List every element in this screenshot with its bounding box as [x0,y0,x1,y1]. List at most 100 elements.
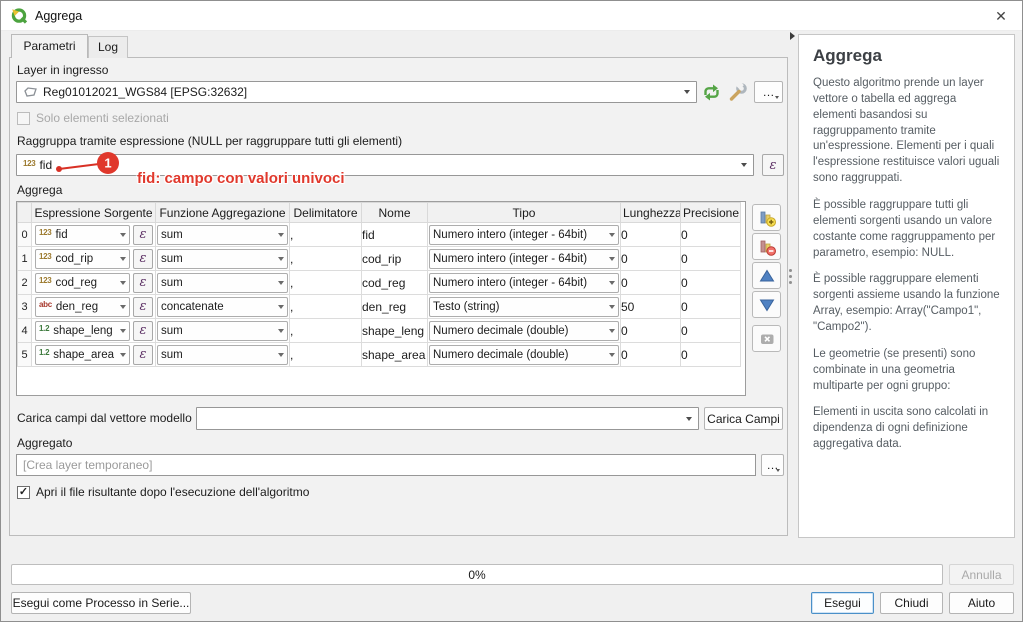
source-expression-select[interactable]: 1.2shape_area [35,345,130,365]
load-fields-button[interactable]: Carica Campi [704,407,783,430]
close-icon[interactable]: ✕ [980,1,1022,31]
source-expression-select[interactable]: 123cod_rip [35,249,130,269]
delete-field-button[interactable] [752,233,781,260]
precision-cell[interactable]: 0 [681,247,741,271]
field-type-icon: 1.2 [39,348,49,357]
aggregate-function-value: sum [161,277,275,289]
chevron-down-icon [609,329,615,333]
aggregate-function-select[interactable]: sum [157,345,288,365]
delimiter-cell[interactable]: , [290,247,362,271]
help-text: Questo algoritmo prende un layer vettore… [813,76,1000,453]
source-expression-select[interactable]: abc den_reg [35,297,130,317]
length-cell[interactable]: 0 [621,343,681,367]
cancel-button[interactable]: Annulla [949,564,1014,585]
length-cell[interactable]: 0 [621,223,681,247]
help-panel: Aggrega Questo algoritmo prende un layer… [798,34,1015,538]
field-type-icon: 123 [39,252,51,261]
aggregate-row: 0123fidεsum,fidNumero intero (integer - … [18,223,741,247]
tab-log[interactable]: Log [88,36,128,58]
aggregate-row: 1123cod_ripεsum,cod_ripNumero intero (in… [18,247,741,271]
template-layer-select[interactable] [196,407,699,430]
delimiter-cell[interactable]: , [290,271,362,295]
col-expression: Espressione Sorgente [32,203,156,223]
source-expression-select[interactable]: 1.2shape_leng [35,321,130,341]
chevron-down-icon [609,257,615,261]
expression-dialog-button[interactable]: ε [133,345,153,365]
chevron-down-icon [609,281,615,285]
run-as-batch-button[interactable]: Esegui come Processo in Serie... [11,592,191,614]
reset-fields-button[interactable] [752,325,781,352]
load-fields-label: Carica campi dal vettore modello [17,411,192,425]
name-cell[interactable]: fid [362,223,428,247]
delimiter-cell[interactable]: , [290,343,362,367]
name-cell[interactable]: cod_reg [362,271,428,295]
type-select[interactable]: Numero intero (integer - 64bit) [429,249,619,269]
wrench-icon [727,82,748,103]
group-expression-select[interactable]: 123 fid [16,154,754,176]
col-name: Nome [362,203,428,223]
length-cell[interactable]: 0 [621,271,681,295]
delimiter-cell[interactable]: , [290,223,362,247]
expression-dialog-button[interactable]: ε [133,249,153,269]
expression-dialog-button[interactable]: ε [133,321,153,341]
precision-cell[interactable]: 0 [681,319,741,343]
name-cell[interactable]: den_reg [362,295,428,319]
output-label: Aggregato [17,436,72,450]
name-cell[interactable]: shape_area [362,343,428,367]
name-cell[interactable]: cod_rip [362,247,428,271]
move-field-up-button[interactable] [752,262,781,289]
expression-dialog-button[interactable]: ε [133,273,153,293]
precision-cell[interactable]: 0 [681,223,741,247]
length-cell[interactable]: 50 [621,295,681,319]
input-layer-browse-button[interactable]: … [754,81,783,103]
aggregate-function-select[interactable]: sum [157,249,288,269]
delimiter-cell[interactable]: , [290,295,362,319]
open-output-checkbox[interactable]: ✓ Apri il file risultante dopo l'esecuzi… [17,485,309,499]
type-select[interactable]: Testo (string) [429,297,619,317]
output-path-input[interactable]: [Crea layer temporaneo] [16,454,756,476]
panel-collapse-icon[interactable] [790,32,795,40]
help-paragraph: Elementi in uscita sono calcolati in dip… [813,405,1000,453]
aggregate-function-select[interactable]: concatenate [157,297,288,317]
length-cell[interactable]: 0 [621,247,681,271]
field-type-icon: abc [39,300,52,309]
tab-parametri[interactable]: Parametri [11,34,88,58]
help-paragraph: È possible raggruppare elementi sorgenti… [813,272,1000,335]
polygon-layer-icon [23,86,38,98]
expression-dialog-button[interactable]: ε [133,225,153,245]
type-select[interactable]: Numero intero (integer - 64bit) [429,225,619,245]
expression-dialog-button[interactable]: ε [133,297,153,317]
row-header: 0 [18,223,32,247]
iterate-layer-button[interactable] [700,82,723,102]
type-select[interactable]: Numero decimale (double) [429,321,619,341]
selected-features-checkbox[interactable]: Solo elementi selezionati [17,111,169,125]
length-cell[interactable]: 0 [621,319,681,343]
aggregate-row: 3abcden_regεconcatenate,den_regTesto (st… [18,295,741,319]
name-cell[interactable]: shape_leng [362,319,428,343]
aggregate-function-select[interactable]: sum [157,321,288,341]
input-layer-select[interactable]: Reg01012021_WGS84 [EPSG:32632] [16,81,697,103]
precision-cell[interactable]: 0 [681,295,741,319]
delimiter-cell[interactable]: , [290,319,362,343]
advanced-options-button[interactable] [726,81,749,103]
output-browse-button[interactable]: … [761,454,784,476]
type-select[interactable]: Numero decimale (double) [429,345,619,365]
aggregate-function-select[interactable]: sum [157,273,288,293]
add-field-button[interactable] [752,204,781,231]
run-button[interactable]: Esegui [811,592,874,614]
expression-dialog-button[interactable]: ε [762,154,784,176]
source-expression-value: den_reg [56,301,117,313]
checkbox-box: ✓ [17,486,30,499]
move-field-down-button[interactable] [752,291,781,318]
chevron-down-icon [120,305,126,309]
source-expression-select[interactable]: 123cod_reg [35,273,130,293]
type-select[interactable]: Numero intero (integer - 64bit) [429,273,619,293]
splitter-handle[interactable] [789,269,792,272]
help-button[interactable]: Aiuto [949,592,1014,614]
precision-cell[interactable]: 0 [681,271,741,295]
source-expression-select[interactable]: 123fid [35,225,130,245]
precision-cell[interactable]: 0 [681,343,741,367]
aggregate-function-select[interactable]: sum [157,225,288,245]
close-button[interactable]: Chiudi [880,592,943,614]
annotation-text: fid: campo con valori univoci [137,170,345,187]
